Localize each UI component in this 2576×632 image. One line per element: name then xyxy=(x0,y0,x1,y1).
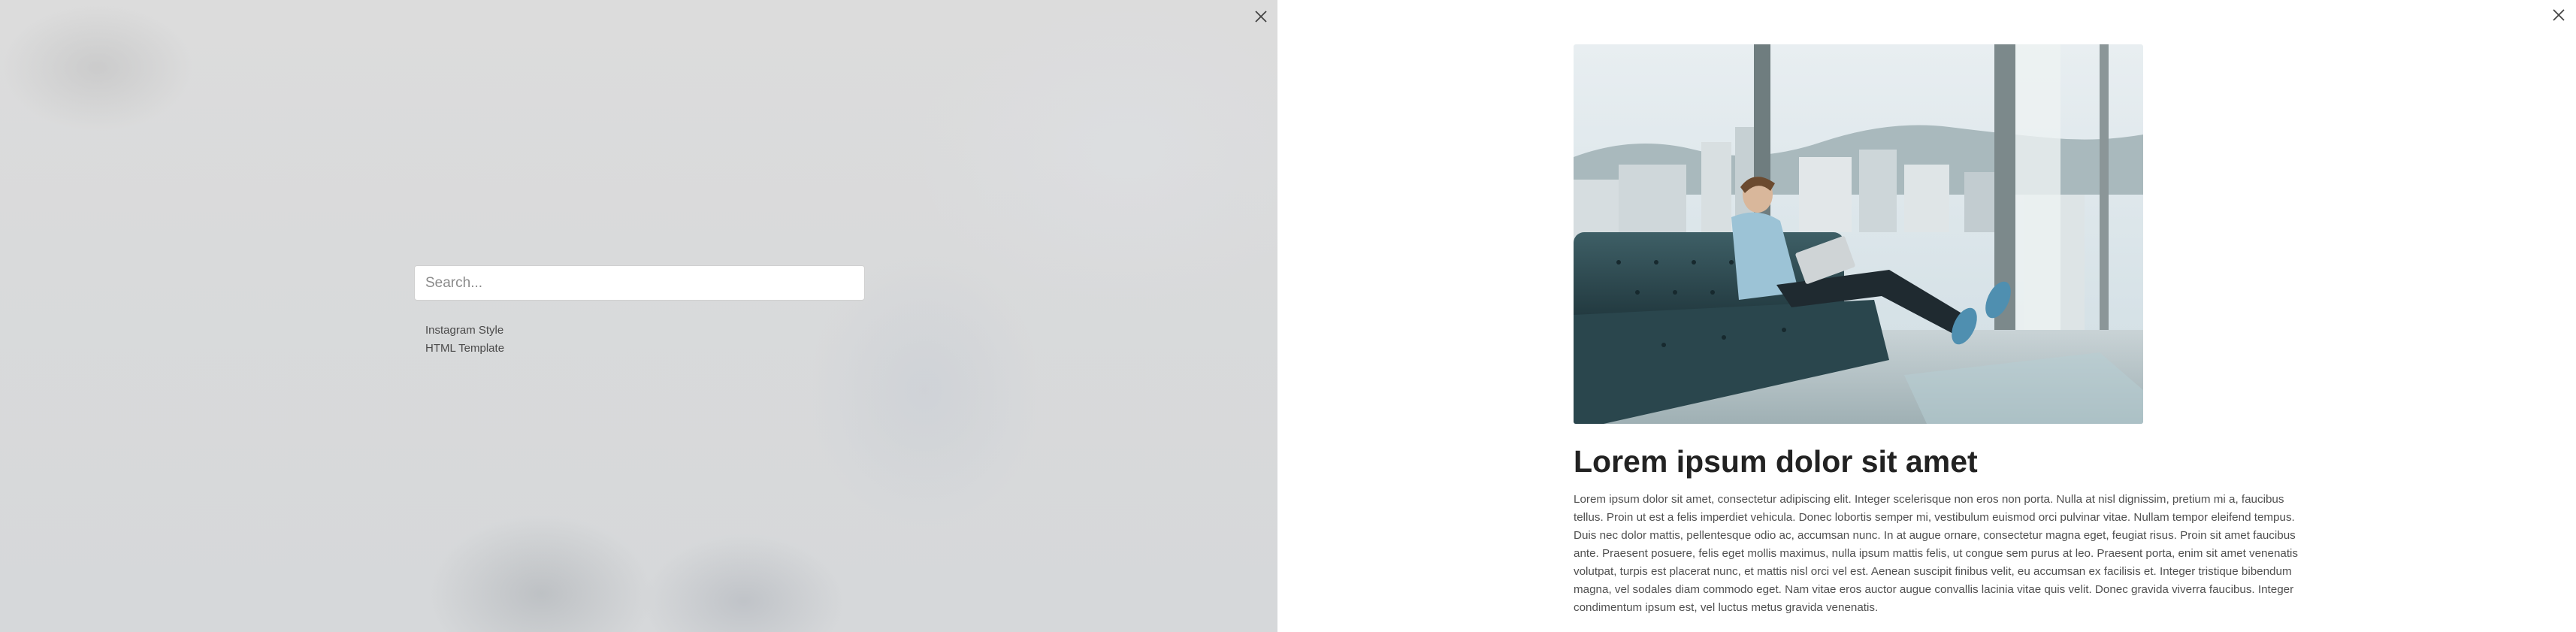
search-overlay: Instagram Style HTML Template xyxy=(0,0,1277,632)
article-hero-image xyxy=(1574,44,2143,424)
search-results-list: Instagram Style HTML Template xyxy=(425,322,651,358)
search-result-item[interactable]: Instagram Style xyxy=(425,322,651,340)
search-result-item[interactable]: HTML Template xyxy=(425,340,651,358)
close-icon[interactable] xyxy=(2550,6,2568,24)
article-body: Lorem ipsum dolor sit amet, consectetur … xyxy=(1574,493,2299,614)
close-icon[interactable] xyxy=(1252,8,1270,26)
search-input[interactable] xyxy=(414,265,865,301)
article-panel: Lorem ipsum dolor sit amet Lorem ipsum d… xyxy=(1277,0,2576,632)
article-title: Lorem ipsum dolor sit amet xyxy=(1574,444,1978,479)
